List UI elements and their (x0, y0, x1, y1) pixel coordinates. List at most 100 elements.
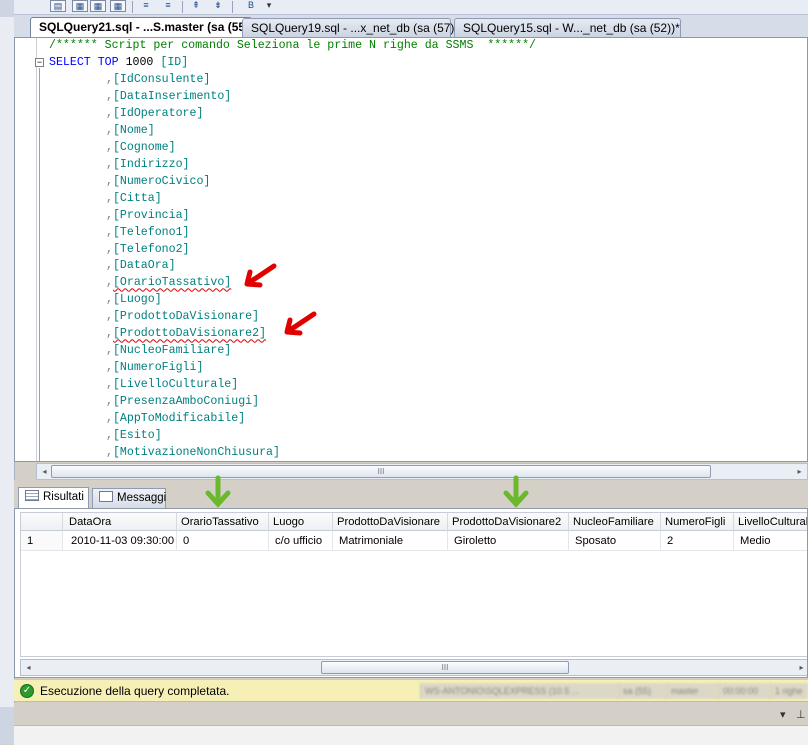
column-header[interactable]: DataOra (63, 513, 177, 531)
tab-label: SQLQuery15.sql - W..._net_db (sa (52))* (463, 21, 680, 35)
grid-cell[interactable]: 2010-11-03 09:30:00 (63, 531, 177, 551)
scroll-right-icon[interactable]: ▸ (792, 464, 807, 479)
code-column-line: ,[Luogo] (106, 293, 162, 307)
query-editor[interactable]: − /****** Script per comando Seleziona l… (14, 37, 808, 462)
row-count-blurred: 1 righe (770, 683, 808, 699)
grid-cell[interactable]: Sposato (569, 531, 661, 551)
left-dock-strip (0, 0, 15, 744)
code-column-line: ,[Citta] (106, 191, 162, 205)
query-status-bar: ✓ Esecuzione della query completata. WS-… (14, 679, 808, 702)
tab-label: SQLQuery19.sql - ...x_net_db (sa (57)) (251, 21, 459, 35)
grid-horizontal-scrollbar[interactable]: ◂ III ▸ (20, 659, 807, 676)
column-header[interactable]: Luogo (269, 513, 333, 531)
outline-guide (39, 68, 40, 461)
code-column-line: ,[DataInserimento] (106, 89, 232, 103)
column-header[interactable]: NucleoFamiliare (569, 513, 661, 531)
code-column-line: ,[Telefono1] (106, 225, 190, 239)
collapse-region-icon[interactable]: − (35, 58, 44, 67)
comment-icon[interactable]: ⇞ (188, 0, 204, 12)
column-header[interactable]: ProdottoDaVisionare (333, 513, 448, 531)
scroll-left-icon[interactable]: ◂ (21, 660, 36, 675)
user-info-blurred: sa (55) (618, 683, 666, 699)
column-header[interactable]: LivelloCulturale (734, 513, 807, 531)
success-check-icon: ✓ (20, 684, 34, 698)
column-header[interactable]: ProdottoDaVisionare2 (448, 513, 569, 531)
scroll-right-icon[interactable]: ▸ (794, 660, 807, 675)
toolbar-separator (132, 1, 133, 13)
code-column-line: ,[Esito] (106, 428, 162, 442)
grid-scroll-thumb[interactable]: III (321, 661, 569, 674)
grid-cell[interactable]: 2 (661, 531, 734, 551)
grid-cell[interactable]: 0 (177, 531, 269, 551)
code-column-line: ,[IdOperatore] (106, 106, 204, 120)
code-column-line: ,[DataOra] (106, 259, 176, 273)
editor-horizontal-scrollbar-bottom[interactable]: ◂ III ▸ (36, 463, 808, 480)
results-grid[interactable]: DataOra OrarioTassativo Luogo ProdottoDa… (20, 512, 807, 657)
editor-scroll-thumb[interactable]: III (51, 465, 711, 478)
database-info-blurred: master (666, 683, 718, 699)
code-column-line: ,[Nome] (106, 123, 155, 137)
code-column-line: ,[NumeroCivico] (106, 174, 211, 188)
grid-cell[interactable]: c/o ufficio (269, 531, 333, 551)
dropdown-arrow-icon[interactable]: ▾ (780, 708, 786, 721)
uncomment-icon[interactable]: ⇟ (210, 0, 226, 12)
status-text: Esecuzione della query completata. (40, 684, 230, 698)
indent-icon[interactable]: ≡ (138, 0, 154, 12)
tab-risultati[interactable]: Risultati (18, 487, 89, 508)
tab-sqlquery19[interactable]: SQLQuery19.sql - ...x_net_db (sa (57)) (242, 18, 458, 37)
elapsed-time-blurred: 00:00:00 (718, 683, 770, 699)
grid-icon (25, 490, 39, 501)
toolbar-separator (232, 1, 233, 13)
db-engine-query-icon[interactable]: ▦ (72, 0, 88, 12)
row-number[interactable]: 1 (21, 531, 63, 551)
code-column-line: ,[OrarioTassativo] (106, 276, 232, 290)
code-column-line: ,[Indirizzo] (106, 157, 190, 171)
results-grid-area: DataOra OrarioTassativo Luogo ProdottoDa… (14, 508, 808, 678)
document-tabs: SQLQuery21.sql - ...S.master (sa (55)) S… (14, 15, 808, 38)
grid-cell[interactable]: Matrimoniale (333, 531, 448, 551)
code-column-line: ,[MotivazioneNonChiusura] (106, 445, 280, 459)
bottom-dock-panel: ▾ ⊥ (14, 703, 808, 745)
server-info-blurred: WS-ANTONIO\SQLEXPRESS (10.5 ... (420, 683, 618, 699)
outdent-icon[interactable]: ≡ (160, 0, 176, 12)
editor-margin (15, 38, 37, 461)
specify-values-icon[interactable]: B (240, 0, 262, 12)
code-column-line: ,[NumeroFigli] (106, 361, 204, 375)
bottom-pane-body (14, 725, 808, 745)
code-comment-line: /****** Script per comando Seleziona le … (49, 39, 537, 52)
red-arrow-annotation (244, 263, 277, 288)
sql-editor-toolbar: ▤ ▦ ▦ ▦ ≡ ≡ ⇞ ⇟ B ▾ (14, 0, 808, 15)
row-header-corner[interactable] (21, 513, 63, 531)
code-column-line: ,[LivelloCulturale] (106, 378, 239, 392)
code-column-line: ,[ProdottoDaVisionare2] (106, 327, 267, 341)
code-column-line: ,[Cognome] (106, 140, 176, 154)
messages-icon (99, 491, 113, 502)
new-query-icon[interactable]: ▤ (50, 0, 66, 12)
analysis-query-icon[interactable]: ▦ (90, 0, 106, 12)
scroll-left-icon[interactable]: ◂ (37, 464, 52, 479)
green-arrow-annotation (205, 475, 231, 508)
tab-label: SQLQuery21.sql - ...S.master (sa (55)) (39, 20, 254, 34)
mdx-query-icon[interactable]: ▦ (110, 0, 126, 12)
column-header[interactable]: OrarioTassativo (177, 513, 269, 531)
red-arrow-annotation (284, 311, 317, 336)
toolbar-separator (182, 1, 183, 13)
code-column-line: ,[PresenzaAmboConiugi] (106, 395, 260, 409)
code-select-line: SELECT TOP 1000 [ID] (49, 56, 189, 69)
code-column-line: ,[AppToModificabile] (106, 412, 246, 425)
results-tabs: Risultati Messaggi (14, 486, 808, 508)
grid-cell[interactable]: Medio (734, 531, 807, 551)
green-arrow-annotation (503, 475, 529, 508)
tab-sqlquery15[interactable]: SQLQuery15.sql - W..._net_db (sa (52))* (454, 18, 681, 37)
column-header[interactable]: NumeroFigli (661, 513, 734, 531)
code-column-line: ,[Provincia] (106, 208, 190, 222)
toolbar-overflow-icon[interactable]: ▾ (264, 0, 274, 12)
code-column-line: ,[IdConsulente] (106, 73, 211, 86)
code-column-line: ,[NucleoFamiliare] (106, 344, 232, 358)
tab-sqlquery21[interactable]: SQLQuery21.sql - ...S.master (sa (55)) (30, 17, 254, 38)
code-column-line: ,[Telefono2] (106, 242, 190, 256)
grid-cell[interactable]: Giroletto (448, 531, 569, 551)
pin-icon[interactable]: ⊥ (796, 708, 806, 721)
code-column-line: ,[ProdottoDaVisionare] (106, 310, 260, 324)
tab-messaggi[interactable]: Messaggi (92, 488, 166, 508)
